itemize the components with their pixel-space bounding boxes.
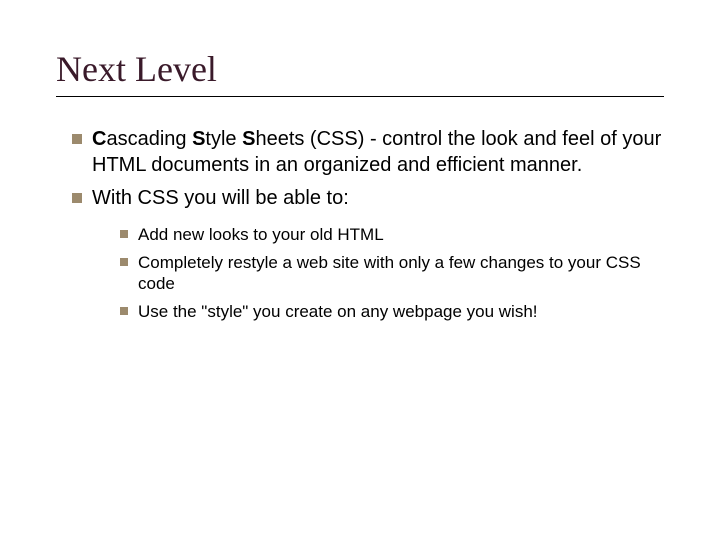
- bullet-item: With CSS you will be able to:: [72, 186, 664, 212]
- square-bullet-icon: [120, 230, 128, 238]
- bold-char: C: [92, 128, 106, 150]
- bullet-text: With CSS you will be able to:: [92, 186, 349, 212]
- sub-bullet-text: Use the "style" you create on any webpag…: [138, 301, 538, 323]
- slide-title: Next Level: [56, 48, 664, 90]
- text-fragment: tyle: [205, 128, 242, 150]
- text-fragment: ascading: [106, 128, 192, 150]
- sub-bullet-item: Use the "style" you create on any webpag…: [120, 301, 664, 323]
- square-bullet-icon: [120, 307, 128, 315]
- slide-body: Cascading Style Sheets (CSS) - control t…: [56, 127, 664, 323]
- bullet-text: Cascading Style Sheets (CSS) - control t…: [92, 127, 664, 178]
- sub-bullet-text: Add new looks to your old HTML: [138, 224, 384, 246]
- bullet-item: Cascading Style Sheets (CSS) - control t…: [72, 127, 664, 178]
- square-bullet-icon: [120, 258, 128, 266]
- sub-bullet-list: Add new looks to your old HTML Completel…: [72, 224, 664, 323]
- square-bullet-icon: [72, 134, 82, 144]
- sub-bullet-item: Add new looks to your old HTML: [120, 224, 664, 246]
- bold-char: S: [242, 128, 255, 150]
- slide: Next Level Cascading Style Sheets (CSS) …: [0, 0, 720, 540]
- bold-char: S: [192, 128, 205, 150]
- text-fragment: heets (CSS): [255, 128, 364, 150]
- title-underline: [56, 96, 664, 97]
- sub-bullet-item: Completely restyle a web site with only …: [120, 252, 664, 296]
- square-bullet-icon: [72, 193, 82, 203]
- sub-bullet-text: Completely restyle a web site with only …: [138, 252, 664, 296]
